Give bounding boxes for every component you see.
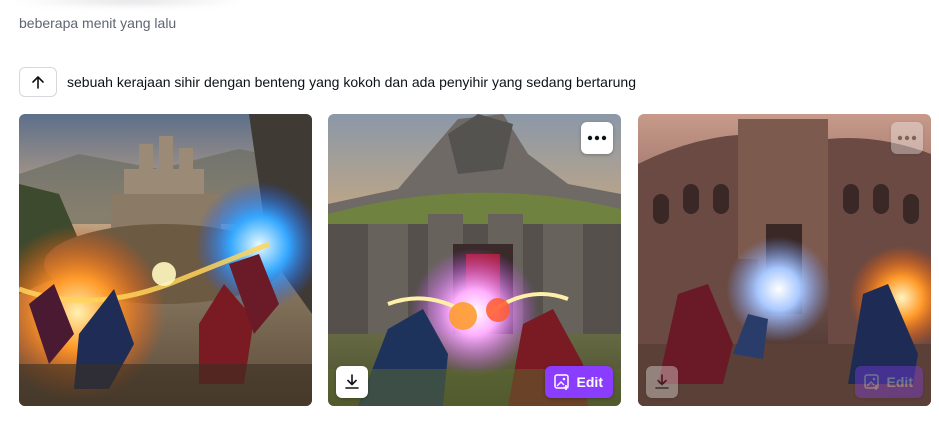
edit-label: Edit (886, 374, 913, 390)
prompt-text: sebuah kerajaan sihir dengan benteng yan… (67, 74, 636, 90)
result-image-2[interactable]: Edit (328, 114, 621, 406)
generation-timestamp: beberapa menit yang lalu (19, 15, 177, 31)
more-horizontal-icon (587, 135, 607, 141)
prompt-row: sebuah kerajaan sihir dengan benteng yan… (19, 66, 636, 98)
result-image-3[interactable]: Edit (638, 114, 931, 406)
arrow-up-icon (32, 76, 44, 89)
download-button[interactable] (336, 366, 368, 398)
download-icon (655, 374, 669, 389)
more-options-button[interactable] (581, 122, 613, 154)
more-options-button[interactable] (891, 122, 923, 154)
download-button[interactable] (646, 366, 678, 398)
edit-label: Edit (576, 374, 603, 390)
image-edit-icon (553, 374, 569, 390)
ai-image-history-panel: beberapa menit yang lalu sebuah kerajaan… (0, 0, 939, 436)
reuse-prompt-button[interactable] (19, 67, 57, 97)
more-horizontal-icon (897, 135, 917, 141)
edit-image-button[interactable]: Edit (544, 366, 613, 398)
edit-image-button[interactable]: Edit (854, 366, 923, 398)
generated-image-gate-battle (328, 114, 621, 406)
previous-item-fade (10, 0, 250, 8)
result-image-1[interactable] (19, 114, 312, 406)
generated-image-castle-battle (19, 114, 312, 406)
image-edit-icon (863, 374, 879, 390)
generated-image-arena-battle (638, 114, 931, 406)
download-icon (345, 374, 359, 389)
